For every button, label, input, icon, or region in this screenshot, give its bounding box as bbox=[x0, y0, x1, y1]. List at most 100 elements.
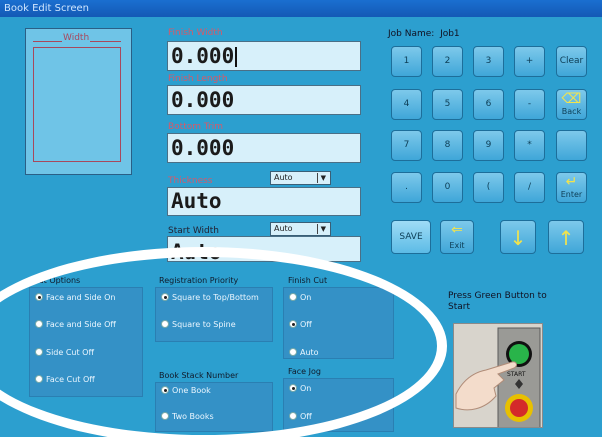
radio-label: One Book bbox=[172, 386, 211, 395]
bottom-trim-field[interactable]: 0.000 bbox=[167, 133, 361, 163]
radio-label: Square to Top/Bottom bbox=[172, 293, 259, 302]
finish-width-field[interactable]: 0.000 bbox=[167, 41, 361, 71]
select-separator bbox=[317, 173, 318, 183]
finish-length-label: Finish Length bbox=[168, 74, 228, 84]
text-caret bbox=[235, 47, 238, 67]
radio-empty-icon bbox=[289, 293, 297, 301]
start-width-label: Start Width bbox=[168, 226, 219, 236]
finish-cut-auto[interactable]: Auto bbox=[289, 348, 319, 357]
face-jog-on[interactable]: On bbox=[289, 384, 311, 393]
key-8[interactable]: 8 bbox=[432, 130, 463, 161]
radio-label: Square to Spine bbox=[172, 320, 236, 329]
backspace-icon: ⌫ bbox=[561, 91, 582, 107]
radio-label: Face and Side Off bbox=[46, 320, 116, 329]
up-arrow-button[interactable]: ↑ bbox=[548, 220, 584, 254]
radio-selected-icon bbox=[289, 320, 297, 328]
key-open-paren[interactable]: ( bbox=[473, 172, 504, 203]
registration-priority-title: Registration Priority bbox=[159, 276, 239, 285]
job-name: Job Name: Job1 bbox=[388, 29, 460, 39]
radio-label: Two Books bbox=[172, 412, 214, 421]
radio-empty-icon bbox=[289, 348, 297, 356]
cut-option-side-off[interactable]: Side Cut Off bbox=[35, 348, 94, 357]
radio-selected-icon bbox=[161, 386, 169, 394]
arrow-up-icon: ↑ bbox=[557, 226, 575, 250]
registration-square-spine[interactable]: Square to Spine bbox=[161, 320, 236, 329]
key-4[interactable]: 4 bbox=[391, 89, 422, 120]
enter-arrow-icon: ↵ bbox=[565, 174, 578, 190]
key-9[interactable]: 9 bbox=[473, 130, 504, 161]
key-3[interactable]: 3 bbox=[473, 46, 504, 77]
cut-option-face-off[interactable]: Face Cut Off bbox=[35, 375, 95, 384]
cut-option-face-side-off[interactable]: Face and Side Off bbox=[35, 320, 116, 329]
book-outline bbox=[33, 47, 121, 162]
start-button-panel-image: START bbox=[455, 327, 541, 427]
window-title: Book Edit Screen bbox=[0, 0, 602, 17]
radio-selected-icon bbox=[289, 384, 297, 392]
key-5[interactable]: 5 bbox=[432, 89, 463, 120]
clear-button[interactable]: Clear bbox=[556, 46, 587, 77]
finish-cut-off[interactable]: Off bbox=[289, 320, 312, 329]
red-stop-button-icon bbox=[510, 399, 528, 417]
radio-label: Face and Side On bbox=[46, 293, 116, 302]
enter-button[interactable]: ↵ Enter bbox=[556, 172, 587, 203]
key-7[interactable]: 7 bbox=[391, 130, 422, 161]
key-minus[interactable]: - bbox=[514, 89, 545, 120]
radio-label: Side Cut Off bbox=[46, 348, 94, 357]
cut-options-title: Cut Options bbox=[33, 276, 81, 285]
start-button-label: START bbox=[507, 371, 526, 378]
start-width-field[interactable]: Auto bbox=[167, 236, 361, 262]
exit-label: Exit bbox=[449, 241, 465, 250]
back-label: Back bbox=[561, 107, 582, 116]
finish-length-field[interactable]: 0.000 bbox=[167, 85, 361, 115]
key-divide[interactable]: / bbox=[514, 172, 545, 203]
thickness-mode-value: Auto bbox=[274, 173, 293, 182]
chevron-down-icon: ▼ bbox=[320, 174, 326, 182]
start-width-mode-select[interactable]: Auto ▼ bbox=[270, 222, 331, 236]
green-start-button-icon bbox=[509, 344, 529, 364]
start-width-mode-value: Auto bbox=[274, 224, 293, 233]
radio-empty-icon bbox=[161, 412, 169, 420]
radio-empty-icon bbox=[161, 320, 169, 328]
radio-selected-icon bbox=[161, 293, 169, 301]
thickness-mode-select[interactable]: Auto ▼ bbox=[270, 171, 331, 185]
cut-option-face-side-on[interactable]: Face and Side On bbox=[35, 293, 115, 302]
book-stack-one[interactable]: One Book bbox=[161, 386, 211, 395]
key-2[interactable]: 2 bbox=[432, 46, 463, 77]
face-jog-title: Face Jog bbox=[288, 367, 321, 376]
book-stack-two[interactable]: Two Books bbox=[161, 412, 214, 421]
book-edit-screen: Book Edit Screen Width Finish Width 0.00… bbox=[0, 0, 602, 437]
down-arrow-button[interactable]: ↓ bbox=[500, 220, 536, 254]
job-name-label: Job Name: bbox=[388, 29, 435, 39]
key-blank[interactable] bbox=[556, 130, 587, 161]
radio-selected-icon bbox=[35, 293, 43, 301]
select-separator bbox=[317, 224, 318, 234]
radio-empty-icon bbox=[289, 412, 297, 420]
book-stack-title: Book Stack Number bbox=[159, 371, 239, 380]
key-decimal[interactable]: . bbox=[391, 172, 422, 203]
exit-button[interactable]: ⇐ Exit bbox=[440, 220, 474, 254]
key-6[interactable]: 6 bbox=[473, 89, 504, 120]
back-button[interactable]: ⌫ Back bbox=[556, 89, 587, 120]
radio-label: Auto bbox=[300, 348, 319, 357]
radio-label: On bbox=[300, 293, 312, 302]
face-jog-off[interactable]: Off bbox=[289, 412, 312, 421]
thickness-field[interactable]: Auto bbox=[167, 187, 361, 216]
thickness-label: Thickness bbox=[168, 176, 213, 186]
finish-width-label: Finish Width bbox=[168, 28, 223, 38]
book-preview: Width bbox=[25, 28, 132, 175]
finish-cut-on[interactable]: On bbox=[289, 293, 311, 302]
save-button[interactable]: SAVE bbox=[391, 220, 431, 254]
radio-label: Off bbox=[300, 412, 312, 421]
key-0[interactable]: 0 bbox=[432, 172, 463, 203]
start-instruction: Press Green Button to Start bbox=[448, 291, 547, 312]
job-name-value: Job1 bbox=[440, 29, 460, 39]
key-multiply[interactable]: * bbox=[514, 130, 545, 161]
start-panel-illustration: START bbox=[453, 323, 543, 428]
arrow-down-icon: ↓ bbox=[509, 226, 527, 250]
radio-empty-icon bbox=[35, 320, 43, 328]
key-1[interactable]: 1 bbox=[391, 46, 422, 77]
key-plus[interactable]: + bbox=[514, 46, 545, 77]
bottom-trim-label: Bottom Trim bbox=[168, 122, 224, 132]
exit-arrow-icon: ⇐ bbox=[451, 222, 463, 238]
registration-square-top-bottom[interactable]: Square to Top/Bottom bbox=[161, 293, 259, 302]
